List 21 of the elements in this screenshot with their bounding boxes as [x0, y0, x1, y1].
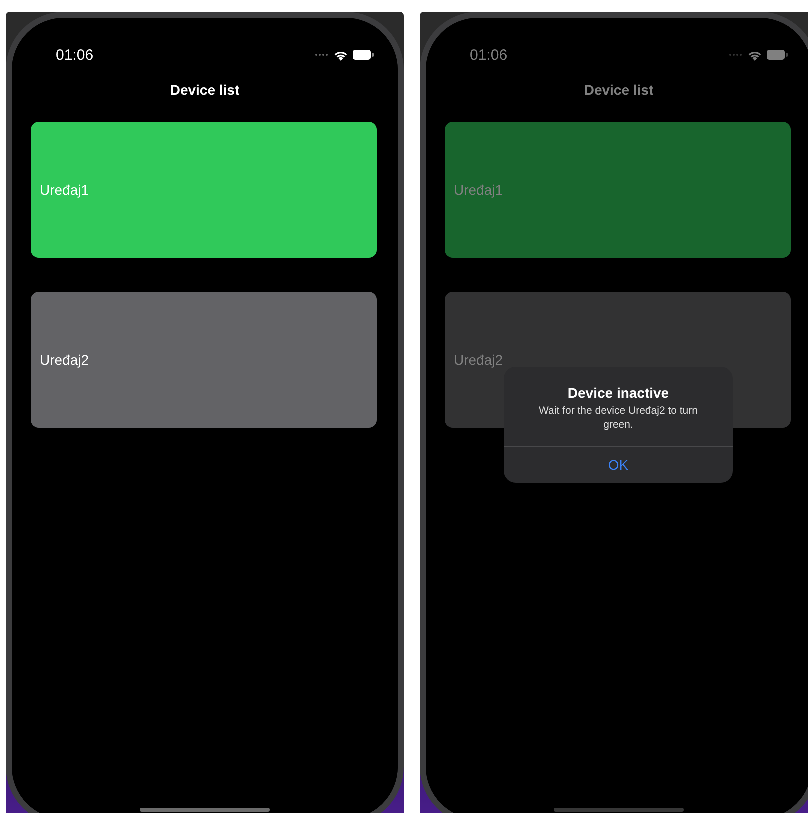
signal-dots-icon — [729, 53, 743, 57]
wifi-icon — [334, 50, 348, 60]
device-card[interactable]: Uređaj2 — [31, 292, 377, 428]
home-indicator[interactable] — [140, 808, 270, 812]
device-card[interactable]: Uređaj1 — [31, 122, 377, 258]
wifi-icon — [748, 50, 762, 60]
battery-icon — [353, 50, 374, 60]
status-time: 01:06 — [56, 46, 94, 64]
alert-title: Device inactive — [568, 385, 670, 401]
ok-button[interactable]: OK — [578, 447, 659, 484]
device-name: Uređaj1 — [40, 182, 90, 198]
home-indicator[interactable] — [554, 808, 684, 812]
status-time: 01:06 — [470, 46, 508, 64]
device-name: Uređaj1 — [454, 182, 504, 198]
device-name: Uređaj2 — [40, 352, 90, 368]
battery-icon — [767, 50, 788, 60]
screen-title: Device list — [170, 82, 240, 98]
screen-title: Device list — [584, 82, 654, 98]
signal-dots-icon — [315, 53, 329, 57]
device-name: Uređaj2 — [454, 352, 504, 368]
device-card[interactable]: Uređaj1 — [445, 122, 791, 258]
